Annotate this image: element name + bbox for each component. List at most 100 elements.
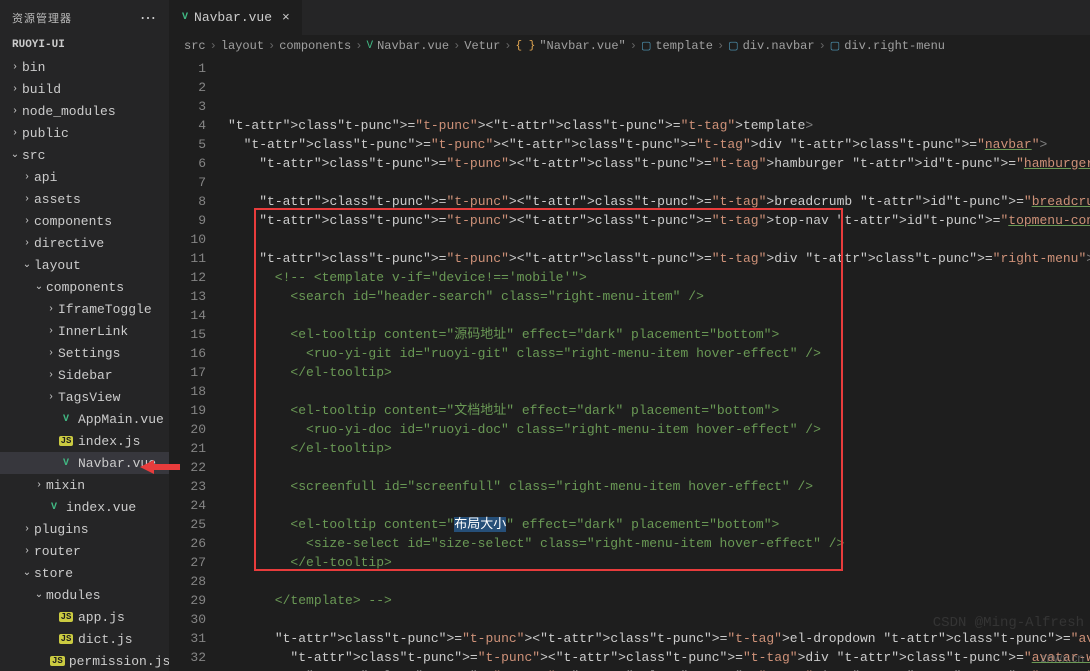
tree-item[interactable]: ›Settings (0, 342, 169, 364)
vue-icon: V (58, 458, 74, 469)
code-line[interactable]: "t-attr">class"t-punc">="t-punc"><"t-att… (228, 629, 1090, 648)
close-icon[interactable]: × (282, 10, 290, 25)
tree-item[interactable]: ›IframeToggle (0, 298, 169, 320)
code-line[interactable]: "t-attr">class"t-punc">="t-punc"><"t-att… (228, 211, 1090, 230)
tree-label: app.js (78, 610, 125, 625)
more-icon[interactable]: ⋯ (140, 8, 157, 28)
tree-item[interactable]: ›mixin (0, 474, 169, 496)
code-line[interactable]: <screenfull id="screenfull" class="right… (228, 477, 1090, 496)
breadcrumb-item[interactable]: components (279, 39, 351, 53)
code-line[interactable]: </template> --> (228, 591, 1090, 610)
tree-item[interactable]: ›router (0, 540, 169, 562)
code-line[interactable]: <ruo-yi-doc id="ruoyi-doc" class="right-… (228, 420, 1090, 439)
code-line[interactable]: <el-tooltip content="布局大小" effect="dark"… (228, 515, 1090, 534)
breadcrumb-item[interactable]: layout (221, 39, 264, 53)
code-line[interactable]: "t-attr">class"t-punc">="t-punc"><"t-att… (228, 648, 1090, 667)
breadcrumb-item[interactable]: src (184, 39, 206, 53)
tree-label: IframeToggle (58, 302, 152, 317)
tree-label: index.vue (66, 500, 136, 515)
code-area[interactable]: "t-attr">class"t-punc">="t-punc"><"t-att… (220, 57, 1090, 671)
chevron-icon: › (8, 62, 22, 73)
tree-label: dict.js (78, 632, 133, 647)
code-line[interactable] (228, 458, 1090, 477)
breadcrumb-item[interactable]: VNavbar.vue (366, 39, 449, 53)
tree-item[interactable]: ·JSdict.js (0, 628, 169, 650)
code-line[interactable]: <ruo-yi-git id="ruoyi-git" class="right-… (228, 344, 1090, 363)
chevron-icon: › (44, 348, 58, 359)
code-line[interactable]: "t-attr">class"t-punc">="t-punc"><"t-att… (228, 192, 1090, 211)
code-line[interactable]: <el-tooltip content="源码地址" effect="dark"… (228, 325, 1090, 344)
tree-item[interactable]: ⌄store (0, 562, 169, 584)
code-line[interactable]: <size-select id="size-select" class="rig… (228, 534, 1090, 553)
breadcrumb-item[interactable]: Vetur (464, 39, 500, 53)
code-editor[interactable]: 1234567891011121314151617181920212223242… (170, 57, 1090, 671)
chevron-icon: ⌄ (32, 589, 46, 601)
tree-item[interactable]: ⌄modules (0, 584, 169, 606)
explorer-title: 资源管理器 (12, 10, 72, 26)
tree-item[interactable]: ⌄components (0, 276, 169, 298)
tree-item[interactable]: ·VNavbar.vue (0, 452, 169, 474)
tree-item[interactable]: ·JSapp.js (0, 606, 169, 628)
tab-navbar[interactable]: V Navbar.vue × (170, 0, 303, 35)
tree-label: public (22, 126, 69, 141)
code-line[interactable]: </el-tooltip> (228, 363, 1090, 382)
tree-item[interactable]: ›api (0, 166, 169, 188)
code-line[interactable]: "t-attr">class"t-punc">="t-punc"><"t-att… (228, 154, 1090, 173)
code-line[interactable]: <el-tooltip content="文档地址" effect="dark"… (228, 401, 1090, 420)
tree-item[interactable]: ›Sidebar (0, 364, 169, 386)
tree-item[interactable]: ›node_modules (0, 100, 169, 122)
tree-label: mixin (46, 478, 85, 493)
project-name[interactable]: RUOYI-UI (0, 36, 169, 54)
tree-item[interactable]: ·Vindex.vue (0, 496, 169, 518)
code-line[interactable]: "t-attr">class"t-punc">="t-punc"><"t-att… (228, 667, 1090, 671)
code-line[interactable] (228, 496, 1090, 515)
element-icon: ▢ (830, 39, 840, 53)
code-line[interactable]: </el-tooltip> (228, 553, 1090, 572)
code-line[interactable]: "t-attr">class"t-punc">="t-punc"><"t-att… (228, 135, 1090, 154)
tree-label: components (46, 280, 124, 295)
code-line[interactable] (228, 572, 1090, 591)
tree-item[interactable]: ⌄src (0, 144, 169, 166)
js-icon: JS (58, 612, 74, 622)
tree-item[interactable]: ·JSpermission.js (0, 650, 169, 671)
code-line[interactable] (228, 306, 1090, 325)
code-line[interactable] (228, 382, 1090, 401)
tree-item[interactable]: ›assets (0, 188, 169, 210)
tree-item[interactable]: ›components (0, 210, 169, 232)
tree-label: build (22, 82, 61, 97)
tree-item[interactable]: ›bin (0, 56, 169, 78)
chevron-icon: › (20, 546, 34, 557)
tree-item[interactable]: ·VAppMain.vue (0, 408, 169, 430)
breadcrumb-item[interactable]: ▢div.navbar (728, 39, 814, 53)
element-icon: ▢ (641, 39, 651, 53)
tree-item[interactable]: ›TagsView (0, 386, 169, 408)
breadcrumb[interactable]: src›layout›components›VNavbar.vue›Vetur›… (170, 35, 1090, 57)
code-line[interactable] (228, 230, 1090, 249)
tree-label: InnerLink (58, 324, 128, 339)
tree-label: Settings (58, 346, 120, 361)
chevron-icon: › (44, 392, 58, 403)
vue-icon: V (182, 12, 188, 23)
code-line[interactable]: <search id="header-search" class="right-… (228, 287, 1090, 306)
tree-item[interactable]: ›build (0, 78, 169, 100)
tab-label: Navbar.vue (194, 10, 272, 25)
breadcrumb-item[interactable]: ▢template (641, 39, 713, 53)
tree-item[interactable]: ›directive (0, 232, 169, 254)
tree-label: src (22, 148, 45, 163)
tree-label: index.js (78, 434, 140, 449)
chevron-icon: ⌄ (20, 259, 34, 271)
code-line[interactable]: <!-- <template v-if="device!=='mobile'"> (228, 268, 1090, 287)
tree-item[interactable]: ›plugins (0, 518, 169, 540)
code-line[interactable]: "t-attr">class"t-punc">="t-punc"><"t-att… (228, 116, 1090, 135)
tree-item[interactable]: ⌄layout (0, 254, 169, 276)
code-line[interactable]: "t-attr">class"t-punc">="t-punc"><"t-att… (228, 249, 1090, 268)
chevron-icon: › (20, 238, 34, 249)
code-line[interactable]: </el-tooltip> (228, 439, 1090, 458)
code-line[interactable] (228, 173, 1090, 192)
chevron-icon: › (20, 172, 34, 183)
tree-item[interactable]: ·JSindex.js (0, 430, 169, 452)
tree-item[interactable]: ›public (0, 122, 169, 144)
breadcrumb-item[interactable]: ▢div.right-menu (830, 39, 945, 53)
tree-item[interactable]: ›InnerLink (0, 320, 169, 342)
breadcrumb-item[interactable]: { }"Navbar.vue" (516, 39, 626, 53)
